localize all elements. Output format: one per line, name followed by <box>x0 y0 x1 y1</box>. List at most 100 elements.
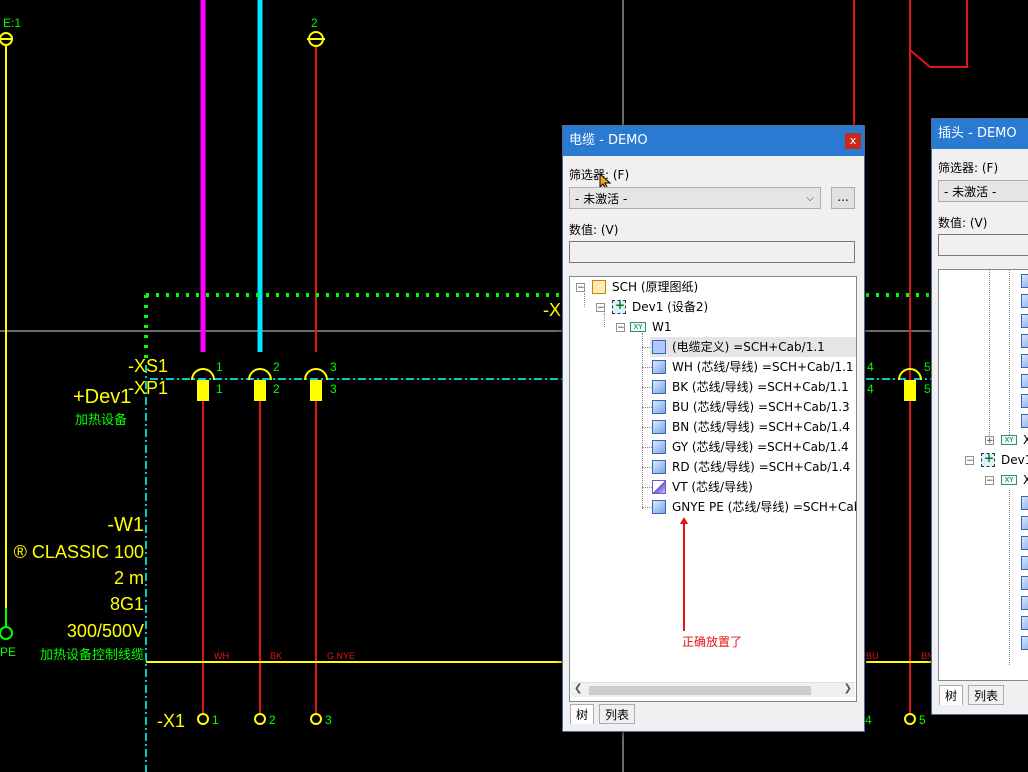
pin-top-3: 3 <box>330 360 337 374</box>
core-icon <box>1021 374 1028 388</box>
window-titlebar[interactable]: 插头 - DEMO <box>932 119 1028 149</box>
collapse-icon[interactable]: − <box>985 476 994 486</box>
plug-pin-2[interactable] <box>248 368 272 401</box>
core-icon <box>1021 496 1028 510</box>
cable-navigator-window[interactable]: 电缆 - DEMO x 筛选器: (F) - 未激活 - ⌵ ... 数值: (… <box>562 125 865 732</box>
cable-desc: 加热设备控制线缆 <box>40 647 144 662</box>
scroll-right-icon[interactable]: ❯ <box>844 683 852 694</box>
tree-node-label: RD (芯线/导线) =SCH+Cab/1.4 <box>672 460 851 474</box>
pin-top-1: 1 <box>216 360 223 374</box>
core-icon <box>652 500 666 514</box>
annotation-arrowhead <box>680 517 688 524</box>
tree-line <box>584 293 585 307</box>
tab-tree[interactable]: 树 <box>939 685 964 705</box>
label-xp1: -XP1 <box>128 378 168 398</box>
terminal-x1-1[interactable] <box>197 713 209 725</box>
annotation-arrow <box>683 519 685 631</box>
chevron-down-icon: ⌵ <box>806 193 814 204</box>
x1-pin-3: 3 <box>325 713 332 727</box>
label-dev1: +Dev1 <box>73 386 131 408</box>
core-icon <box>1021 556 1028 570</box>
label-pe: PE <box>0 645 16 659</box>
expand-icon[interactable]: + <box>985 436 994 446</box>
tree-node-x[interactable]: X <box>1023 470 1028 490</box>
pin-body-1 <box>197 380 209 401</box>
core-icon <box>1021 274 1028 288</box>
core-icon <box>652 360 666 374</box>
label-e1: E:1 <box>3 16 21 30</box>
tree-line <box>1009 270 1010 445</box>
wire-label-gnye: G NYE <box>327 651 355 661</box>
tab-list[interactable]: 列表 <box>968 685 1005 705</box>
value-input[interactable] <box>569 241 855 263</box>
core-icon <box>1021 596 1028 610</box>
wire-red-bend <box>909 0 968 68</box>
collapse-icon[interactable]: − <box>576 283 585 293</box>
x-pin-4: 4 <box>865 713 872 727</box>
window-title: 插头 - DEMO <box>938 126 1017 141</box>
collapse-icon[interactable]: − <box>965 456 974 466</box>
terminal-x-5[interactable] <box>904 713 916 725</box>
collapse-icon[interactable]: − <box>596 303 605 313</box>
tree-node-label: GNYE PE (芯线/导线) =SCH+Cab <box>672 500 857 514</box>
tree-node-dev1[interactable]: Dev1 (设备2) <box>632 297 708 317</box>
tab-list[interactable]: 列表 <box>599 704 636 724</box>
pin-bottom-2: 2 <box>273 382 280 396</box>
tree-node-label: VT (芯线/导线) <box>672 480 753 494</box>
tree-node-label: (电缆定义) =SCH+Cab/1.1 <box>672 340 825 354</box>
core-icon <box>1021 516 1028 530</box>
core-icon <box>1021 636 1028 650</box>
tree-node-label: BU (芯线/导线) =SCH+Cab/1.3 <box>672 400 850 414</box>
scroll-left-icon[interactable]: ❮ <box>574 683 582 694</box>
scrollbar-thumb[interactable] <box>589 686 811 695</box>
tree-node-cable-definition[interactable]: (电缆定义) =SCH+Cab/1.1 <box>650 337 856 357</box>
tree-node-label: WH (芯线/导线) =SCH+Cab/1.1 <box>672 360 854 374</box>
tree-node-w1[interactable]: W1 <box>652 317 672 337</box>
tree-line <box>642 447 652 448</box>
schematic-canvas[interactable]: E:1 PE 2 -X -XS1 -XP1 +Dev1 加热设备 1 2 3 1… <box>0 0 1028 772</box>
tree-node-sch[interactable]: SCH (原理图纸) <box>612 277 698 297</box>
tree-line <box>604 313 605 327</box>
filter-more-button[interactable]: ... <box>831 187 855 209</box>
tree-node-x[interactable]: X <box>1023 430 1028 450</box>
tree-node-dev1[interactable]: Dev1 <box>1001 450 1028 470</box>
window-titlebar[interactable]: 电缆 - DEMO x <box>563 126 864 156</box>
cable-voltage: 300/500V <box>67 621 144 641</box>
value-input[interactable] <box>938 234 1028 256</box>
tree-line <box>642 507 652 508</box>
filter-select[interactable]: - 未激活 - ⌵ <box>569 187 821 209</box>
terminal-x1-2[interactable] <box>254 713 266 725</box>
tree-view[interactable]: + XY X − Dev1 − XY X <box>938 269 1028 681</box>
close-button[interactable]: x <box>845 133 861 149</box>
horizontal-scrollbar[interactable]: ❮ ❯ <box>571 682 855 697</box>
filter-select[interactable]: - 未激活 - <box>938 180 1028 202</box>
device-icon <box>612 298 626 314</box>
core-icon <box>1021 536 1028 550</box>
core-icon <box>652 400 666 414</box>
tree-line <box>642 387 652 388</box>
value-label: 数值: (V) <box>569 223 619 237</box>
pin-bottom-1: 1 <box>216 382 223 396</box>
wire-label-bk: BK <box>270 651 282 661</box>
core-icon <box>652 380 666 394</box>
xy-icon: XY <box>1001 435 1017 445</box>
collapse-icon[interactable]: − <box>616 323 625 333</box>
plug-navigator-window[interactable]: 插头 - DEMO 筛选器: (F) - 未激活 - 数值: (V) + XY … <box>931 118 1028 715</box>
label-wire2: 2 <box>311 16 318 30</box>
label-x1: -X1 <box>157 711 185 731</box>
filter-select-value: - 未激活 - <box>944 185 997 199</box>
wire-label-wh: WH <box>214 651 229 661</box>
plug-pin-3[interactable] <box>304 368 328 401</box>
core-icon <box>1021 414 1028 428</box>
core-icon <box>1021 576 1028 590</box>
pin-top-5: 5 <box>924 360 931 374</box>
terminal-x1-3[interactable] <box>310 713 322 725</box>
xy-icon: XY <box>630 322 646 332</box>
core-icon <box>1021 354 1028 368</box>
core-icon <box>1021 294 1028 308</box>
tree-view[interactable]: − SCH (原理图纸) − Dev1 (设备2) − XY W1 (电缆定义)… <box>569 276 857 702</box>
pin-body-3 <box>310 380 322 401</box>
tab-tree[interactable]: 树 <box>570 704 595 724</box>
plug-pin-1[interactable] <box>191 368 215 401</box>
unplaced-core-icon <box>652 480 666 494</box>
